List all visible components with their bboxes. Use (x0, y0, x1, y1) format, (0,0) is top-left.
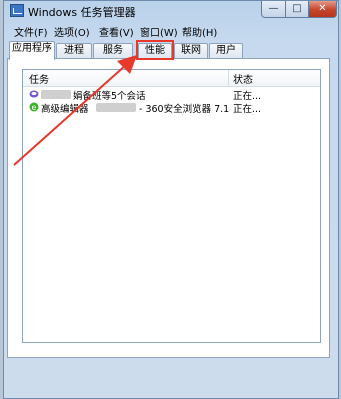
annotation-arrow (13, 55, 137, 166)
